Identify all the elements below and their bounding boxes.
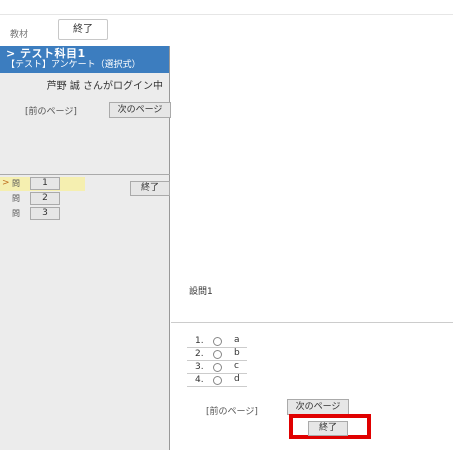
choice-item[interactable]: 1. a	[187, 335, 247, 348]
choice-label: b	[234, 348, 240, 358]
question-item-1: > 問 1	[0, 177, 85, 191]
choice-list: 1. a 2. b 3. c 4. d	[187, 335, 247, 387]
user-login-status: 芦野 誠 さんがログイン中	[46, 81, 163, 92]
choice-item[interactable]: 4. d	[187, 374, 247, 387]
question-button-3[interactable]: 3	[30, 207, 60, 220]
materials-label: 教材	[10, 30, 29, 40]
main-end-button[interactable]: 終了	[308, 421, 348, 436]
current-marker: >	[2, 178, 10, 188]
choice-number: 2.	[195, 349, 204, 359]
question-item-3: 問 3	[0, 207, 170, 221]
course-title[interactable]: > テスト科目1	[6, 48, 163, 60]
course-header: > テスト科目1 【テスト】アンケート（選択式）	[0, 46, 169, 73]
choice-number: 1.	[195, 336, 204, 346]
question-label: 問	[12, 179, 20, 188]
choice-item[interactable]: 2. b	[187, 348, 247, 361]
left-sidebar: > テスト科目1 【テスト】アンケート（選択式） 芦野 誠 さんがログイン中 […	[0, 46, 171, 450]
choice-number: 3.	[195, 362, 204, 372]
question-label: 問	[12, 209, 20, 218]
choice-item[interactable]: 3. c	[187, 361, 247, 374]
radio-button[interactable]	[213, 337, 222, 346]
question-title: 設問1	[189, 287, 213, 297]
choice-label: d	[234, 374, 240, 384]
main-content: 設問1 1. a 2. b 3. c 4. d [前のページ] 次のページ 終了	[171, 46, 453, 450]
question-button-1[interactable]: 1	[30, 177, 60, 190]
main-next-page-button[interactable]: 次のページ	[287, 399, 349, 415]
radio-button[interactable]	[213, 350, 222, 359]
radio-button[interactable]	[213, 363, 222, 372]
main-prev-page-label: [前のページ]	[206, 407, 258, 417]
question-list: > 問 1 問 2 問 3	[0, 174, 170, 222]
question-button-2[interactable]: 2	[30, 192, 60, 205]
question-label: 問	[12, 194, 20, 203]
left-prev-page-label: [前のページ]	[25, 107, 77, 117]
choice-number: 4.	[195, 375, 204, 385]
radio-button[interactable]	[213, 376, 222, 385]
course-subtitle: 【テスト】アンケート（選択式）	[6, 60, 141, 70]
top-toolbar: 教材 終了	[0, 14, 453, 46]
top-end-button[interactable]: 終了	[58, 19, 108, 40]
question-item-2: 問 2	[0, 192, 170, 206]
left-pager: [前のページ] 次のページ 終了	[25, 102, 171, 196]
choice-label: c	[234, 361, 239, 371]
left-next-page-button[interactable]: 次のページ	[109, 102, 171, 118]
choice-label: a	[234, 335, 240, 345]
answer-area: 1. a 2. b 3. c 4. d [前のページ] 次のページ 終了	[171, 322, 453, 450]
